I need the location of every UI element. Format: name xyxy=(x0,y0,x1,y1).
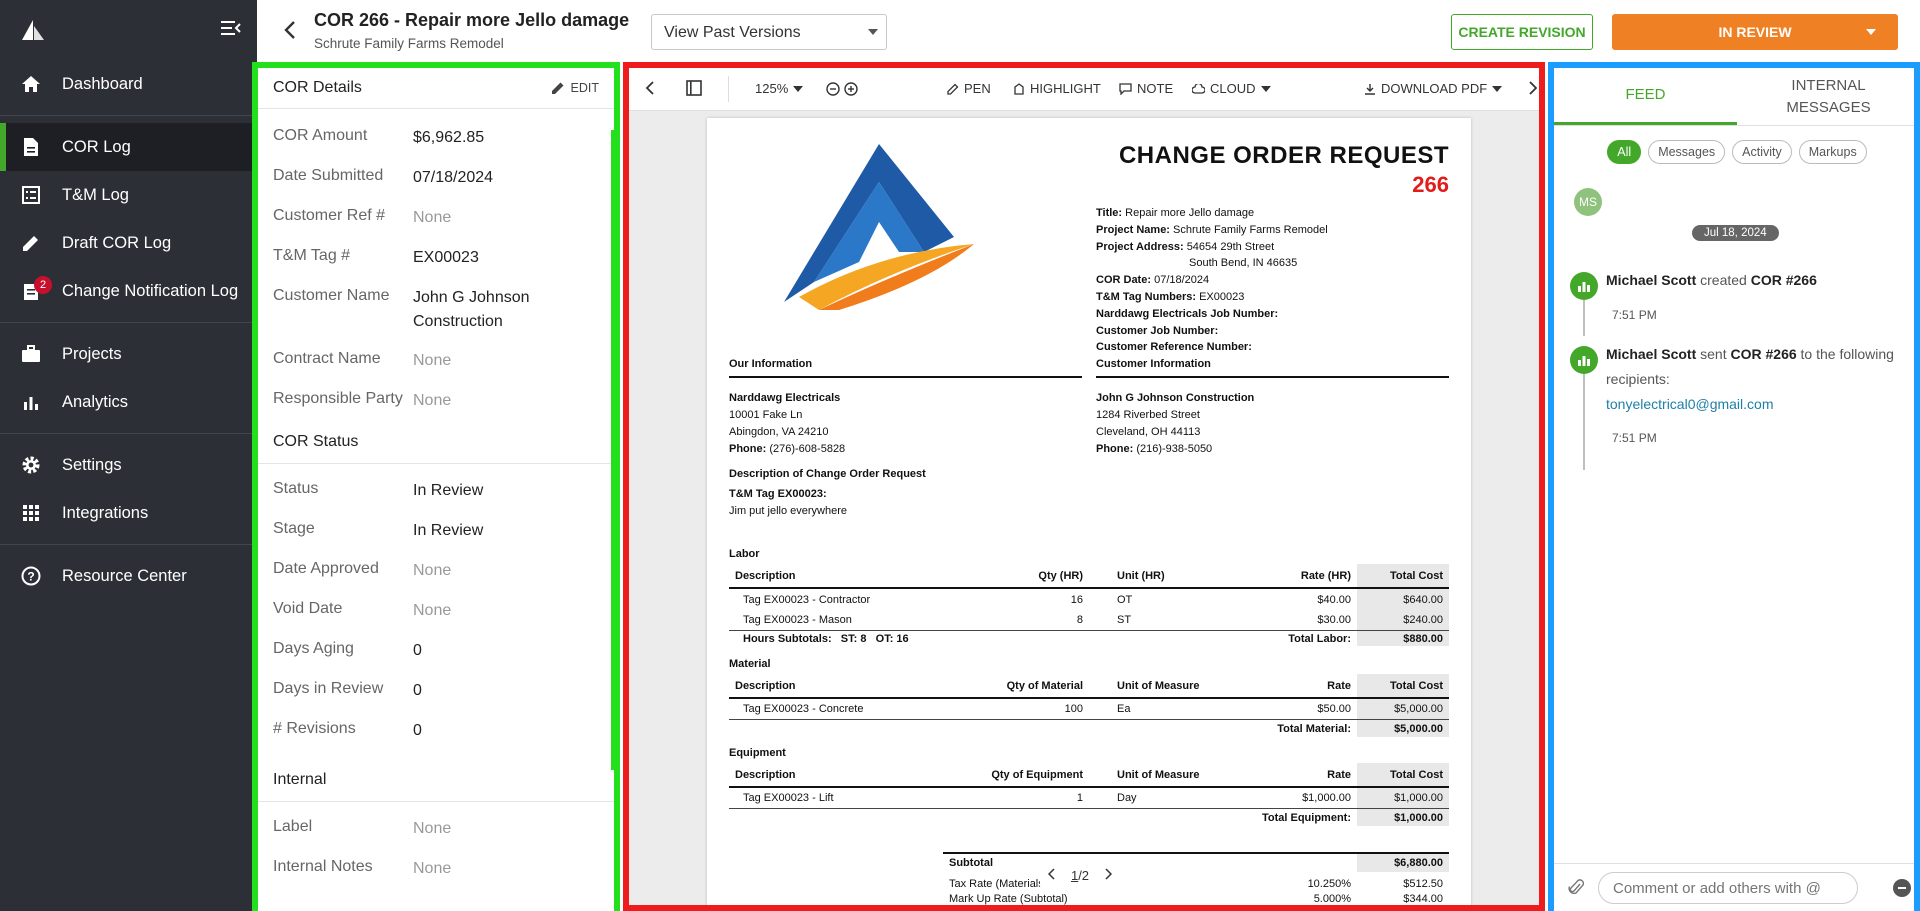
highlight-frame-viewer xyxy=(623,62,1545,911)
chevron-down-icon xyxy=(868,29,878,35)
sidebar-item-label: Dashboard xyxy=(62,74,143,93)
highlight-frame-details xyxy=(252,62,620,911)
project-subtitle: Schrute Family Farms Remodel xyxy=(314,36,504,51)
create-revision-button[interactable]: CREATE REVISION xyxy=(1451,14,1593,50)
help-icon: ? xyxy=(20,565,42,587)
grid-icon xyxy=(20,502,42,524)
sidebar-item-label: Integrations xyxy=(62,503,149,522)
notification-badge: 2 xyxy=(34,276,52,294)
bar-chart-icon xyxy=(20,391,42,413)
collapse-menu-icon[interactable] xyxy=(221,20,241,41)
page-title: COR 266 - Repair more Jello damage xyxy=(314,10,630,30)
page-header: COR 266 - Repair more Jello damage Schru… xyxy=(257,0,1920,62)
document-icon xyxy=(20,136,42,158)
sidebar-item-change-notification-log[interactable]: 2 Change Notification Log xyxy=(0,267,257,315)
briefcase-icon xyxy=(20,343,42,365)
sidebar-nav: Dashboard COR Log T&M Log Draft COR Log … xyxy=(0,60,257,600)
sidebar-item-integrations[interactable]: Integrations xyxy=(0,489,257,537)
sidebar-item-cor-log[interactable]: COR Log xyxy=(0,123,257,171)
sidebar-item-label: T&M Log xyxy=(62,185,129,204)
sidebar-item-tm-log[interactable]: T&M Log xyxy=(0,171,257,219)
list-icon xyxy=(20,184,42,206)
status-button-label: IN REVIEW xyxy=(1718,24,1792,40)
sidebar-header xyxy=(0,0,257,60)
sidebar-item-dashboard[interactable]: Dashboard xyxy=(0,60,257,108)
highlight-frame-feed xyxy=(1548,62,1920,911)
home-icon xyxy=(20,73,42,95)
past-versions-label: View Past Versions xyxy=(664,24,801,41)
sidebar-item-label: Analytics xyxy=(62,392,129,411)
sidebar-item-label: Projects xyxy=(62,344,122,363)
sidebar-item-analytics[interactable]: Analytics xyxy=(0,378,257,426)
status-dropdown-button[interactable]: IN REVIEW xyxy=(1612,14,1898,50)
sidebar: Dashboard COR Log T&M Log Draft COR Log … xyxy=(0,0,257,911)
divider xyxy=(0,115,257,116)
sidebar-item-projects[interactable]: Projects xyxy=(0,330,257,378)
past-versions-select[interactable]: View Past Versions xyxy=(651,14,887,50)
divider xyxy=(0,433,257,434)
sidebar-item-draft-cor-log[interactable]: Draft COR Log xyxy=(0,219,257,267)
svg-text:?: ? xyxy=(27,570,34,584)
sidebar-item-label: Change Notification Log xyxy=(62,281,239,300)
sidebar-item-label: COR Log xyxy=(62,137,131,156)
pencil-icon xyxy=(20,232,42,254)
sidebar-item-label: Draft COR Log xyxy=(62,233,172,252)
chevron-down-icon[interactable] xyxy=(1866,29,1876,35)
divider xyxy=(0,322,257,323)
sidebar-item-settings[interactable]: Settings xyxy=(0,441,257,489)
gear-icon xyxy=(20,454,42,476)
app-logo[interactable] xyxy=(20,18,46,42)
divider xyxy=(0,544,257,545)
sidebar-item-label: Resource Center xyxy=(62,566,187,585)
back-arrow-icon[interactable] xyxy=(279,18,303,42)
sidebar-item-label: Settings xyxy=(62,455,122,474)
sidebar-item-resource-center[interactable]: ? Resource Center xyxy=(0,552,257,600)
